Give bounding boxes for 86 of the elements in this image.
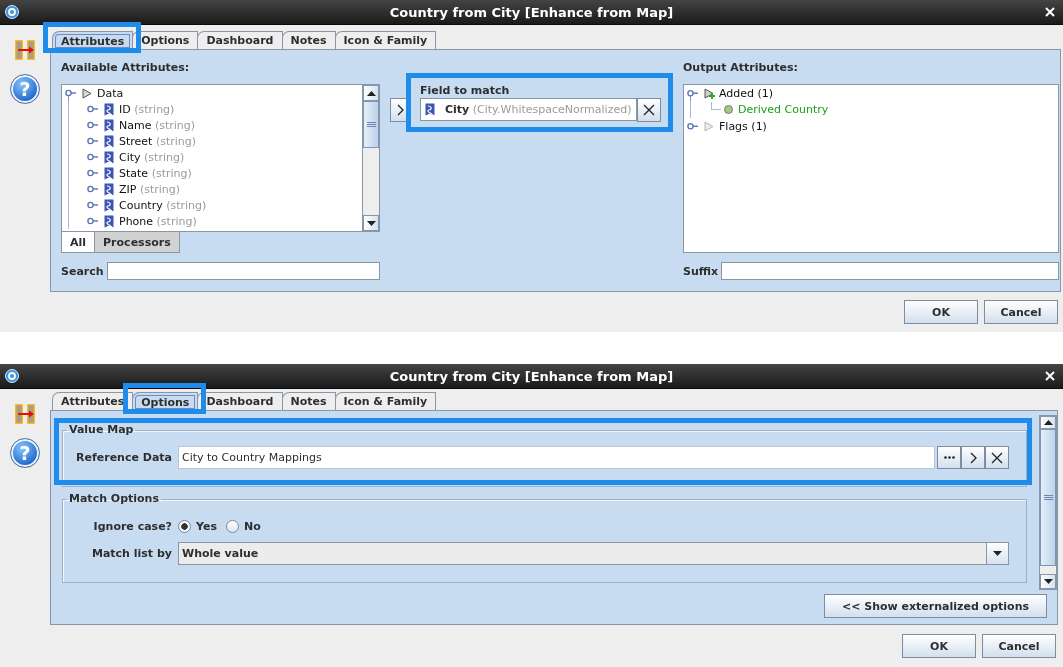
tree-item-label[interactable]: Added (1) xyxy=(719,86,774,100)
window-title: Country from City [Enhance from Map] xyxy=(389,368,674,384)
scrollbar-thumb[interactable] xyxy=(363,101,379,148)
match-field[interactable]: City (City.WhitespaceNormalized) xyxy=(420,98,637,121)
caret-down-icon xyxy=(1043,579,1053,584)
browse-button[interactable] xyxy=(937,446,961,469)
scroll-up-button[interactable] xyxy=(1040,416,1056,429)
cross-icon xyxy=(642,104,655,116)
reference-data-field[interactable]: City to Country Mappings xyxy=(178,446,935,469)
dropdown[interactable]: Whole value xyxy=(178,542,1009,565)
caret-down-icon xyxy=(993,551,1002,556)
tree-item-label[interactable]: Flags (1) xyxy=(719,119,767,133)
dialog-button[interactable]: OK xyxy=(904,300,978,324)
scrollbar-thumb[interactable] xyxy=(1040,429,1056,566)
field-label: Suffix xyxy=(683,264,719,278)
bookmark-icon xyxy=(104,150,114,164)
view-tab[interactable]: Processors xyxy=(94,232,180,253)
tree-item-label[interactable]: Street (string) xyxy=(119,134,197,148)
section-heading: Field to match xyxy=(420,84,510,98)
suffix-field[interactable] xyxy=(721,262,1059,280)
scroll-down-button[interactable] xyxy=(1040,574,1056,589)
tree-item-label[interactable]: ZIP (string) xyxy=(119,182,181,196)
bookmark-icon xyxy=(104,166,114,180)
caret-up-icon xyxy=(366,90,376,96)
tree-item-label[interactable]: Data xyxy=(97,86,124,100)
tree-item-label[interactable]: ID (string) xyxy=(119,102,175,116)
dialog-button[interactable]: Cancel xyxy=(984,300,1058,324)
bookmark-icon xyxy=(104,182,114,196)
dialog-button[interactable]: OK xyxy=(902,634,976,658)
scroll-up-button[interactable] xyxy=(363,85,379,101)
grip-icon xyxy=(1043,495,1053,500)
radio-button[interactable] xyxy=(225,519,239,533)
bookmark-icon xyxy=(104,198,114,212)
triangle-icon xyxy=(82,87,92,99)
group-title: Value Map xyxy=(68,423,135,437)
radio-button[interactable] xyxy=(178,519,191,533)
field-label: Ignore case? xyxy=(93,519,172,533)
tree-item-label[interactable]: City (string) xyxy=(119,150,185,164)
chevron-right-icon xyxy=(969,451,977,464)
tab[interactable]: Attributes xyxy=(52,392,134,410)
clear-button[interactable] xyxy=(985,446,1009,469)
caret-down-icon xyxy=(366,220,376,226)
search-field[interactable] xyxy=(106,262,380,280)
columns-arrow-icon[interactable] xyxy=(15,40,35,60)
tree-item-label[interactable]: Country (string) xyxy=(119,198,207,212)
caret-up-icon xyxy=(1043,420,1053,425)
bookmark-icon xyxy=(104,134,114,148)
ellipsis-icon xyxy=(943,456,955,459)
tab[interactable]: Icon & Family xyxy=(334,31,437,49)
group-title: Match Options xyxy=(68,492,160,506)
tab[interactable]: Icon & Family xyxy=(334,392,437,410)
dialog-button[interactable]: Cancel xyxy=(982,634,1056,658)
view-tab[interactable]: All xyxy=(61,232,96,253)
field-label: Reference Data xyxy=(76,451,172,464)
logo-icon xyxy=(5,5,19,19)
radio-label[interactable]: No xyxy=(243,519,261,533)
dropdown-button[interactable] xyxy=(986,543,1008,564)
bookmark-icon xyxy=(104,214,114,228)
triangle-icon xyxy=(704,120,714,132)
field-label: Search xyxy=(61,264,104,278)
bookmark-icon xyxy=(104,118,114,132)
grip-icon xyxy=(366,122,376,127)
bookmark-icon xyxy=(425,103,435,116)
show-externalized-button[interactable]: << Show externalized options xyxy=(824,594,1047,618)
scrollbar-track[interactable] xyxy=(362,85,379,231)
dot-icon xyxy=(724,105,733,115)
cross-icon xyxy=(991,451,1003,464)
tree-item-label[interactable]: Phone (string) xyxy=(119,214,197,228)
section-heading: Output Attributes: xyxy=(683,60,798,76)
window-title: Country from City [Enhance from Map] xyxy=(389,4,674,20)
radio-label[interactable]: Yes xyxy=(196,519,217,533)
tab[interactable]: Options xyxy=(132,31,199,49)
tree-item-label[interactable]: Name (string) xyxy=(119,118,196,132)
triangle-plus-icon xyxy=(704,87,715,99)
clear-button[interactable] xyxy=(636,98,661,122)
close-icon[interactable] xyxy=(1045,371,1055,381)
columns-arrow-icon[interactable] xyxy=(15,404,35,424)
section-heading: Available Attributes: xyxy=(61,60,190,76)
field-label: Match list by xyxy=(91,547,172,560)
bookmark-icon xyxy=(104,102,114,116)
scroll-down-button[interactable] xyxy=(363,215,379,231)
scrollbar-track[interactable] xyxy=(1039,416,1056,589)
chevron-right-icon xyxy=(397,104,404,116)
tree-item-label[interactable]: State (string) xyxy=(119,166,192,180)
close-icon[interactable] xyxy=(1045,7,1055,17)
logo-icon xyxy=(5,369,19,383)
